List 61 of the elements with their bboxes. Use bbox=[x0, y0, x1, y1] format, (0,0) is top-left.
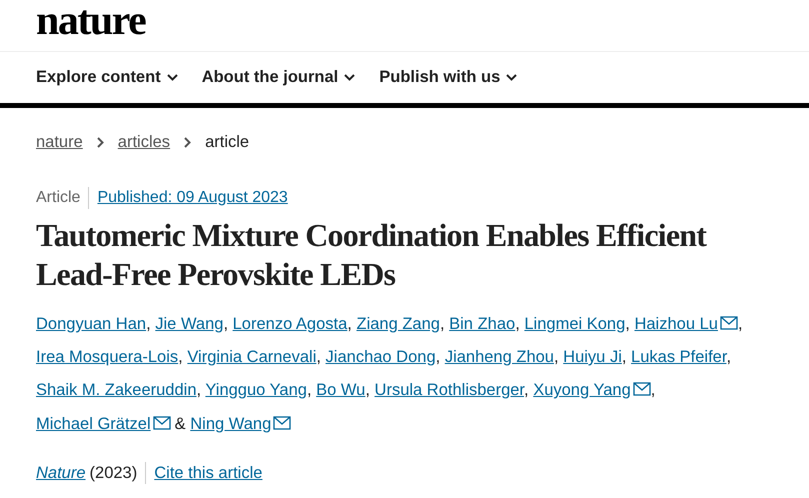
author-link[interactable]: Dongyuan Han bbox=[36, 314, 146, 333]
author-separator: , bbox=[440, 314, 445, 333]
author-link[interactable]: Ursula Rothlisberger bbox=[374, 381, 524, 400]
chevron-down-icon bbox=[506, 74, 518, 81]
author-link[interactable]: Jie Wang bbox=[155, 314, 224, 333]
chevron-down-icon bbox=[344, 74, 356, 81]
breadcrumb-current: article bbox=[205, 132, 250, 153]
author-link[interactable]: Shaik M. Zakeeruddin bbox=[36, 381, 196, 400]
author-link[interactable]: Haizhou Lu bbox=[634, 314, 738, 333]
author-separator: , bbox=[146, 314, 151, 333]
author-separator: , bbox=[515, 314, 520, 333]
author-link[interactable]: Ning Wang bbox=[190, 414, 292, 433]
author-link[interactable]: Lukas Pfeifer bbox=[631, 348, 726, 366]
author-separator: , bbox=[650, 381, 656, 400]
author-separator: , bbox=[554, 348, 559, 366]
author-separator: , bbox=[622, 348, 626, 366]
author-link[interactable]: Ziang Zang bbox=[356, 314, 440, 333]
author-link[interactable]: Virginia Carnevali bbox=[187, 348, 316, 366]
author-link[interactable]: Jianheng Zhou bbox=[444, 348, 554, 366]
author-separator: , bbox=[347, 314, 352, 333]
author-separator: , bbox=[365, 381, 370, 400]
cite-link[interactable]: Cite this article bbox=[154, 460, 262, 486]
author-link[interactable]: Lingmei Kong bbox=[524, 314, 626, 333]
author-link[interactable]: Yingguo Yang bbox=[205, 381, 307, 400]
mail-icon bbox=[273, 416, 292, 430]
nature-logo[interactable]: nature bbox=[36, 0, 146, 42]
article-title: Tautomeric Mixture Coordination Enables Efficient Lead-Free Perovskite LEDs bbox=[36, 216, 708, 294]
chevron-right-icon bbox=[184, 136, 192, 148]
nav-menu-button[interactable]: Explore content bbox=[36, 65, 178, 90]
author-separator: , bbox=[436, 348, 440, 366]
year-text: (2023) bbox=[90, 462, 138, 484]
nav-menu-button[interactable]: About the journal bbox=[202, 65, 356, 90]
nav-menu-button[interactable]: Publish with us bbox=[379, 65, 518, 90]
author-separator: , bbox=[306, 381, 312, 400]
author-separator: , bbox=[726, 348, 732, 366]
author-link[interactable]: Irea Mosquera-Lois bbox=[36, 348, 178, 366]
published-date-link[interactable]: Published: 09 August 2023 bbox=[97, 186, 288, 210]
journal-link[interactable]: Nature bbox=[36, 460, 86, 486]
author-separator: , bbox=[196, 381, 202, 400]
author-link[interactable]: Jianchao Dong bbox=[326, 348, 436, 366]
author-separator: , bbox=[524, 381, 529, 400]
chevron-down-icon bbox=[166, 74, 178, 81]
mail-icon bbox=[632, 382, 651, 396]
author-link[interactable]: Huiyu Ji bbox=[563, 348, 622, 366]
mail-icon bbox=[152, 416, 171, 430]
author-link[interactable]: Bo Wu bbox=[316, 381, 366, 400]
author-separator: , bbox=[223, 314, 228, 333]
article-type: Article bbox=[36, 188, 80, 208]
author-link[interactable]: Michael Grätzel bbox=[36, 414, 171, 433]
author-separator: & bbox=[174, 414, 186, 433]
author-separator: , bbox=[625, 314, 630, 333]
breadcrumb-link[interactable]: nature bbox=[36, 130, 83, 155]
author-separator: , bbox=[738, 314, 743, 333]
author-link[interactable]: Lorenzo Agosta bbox=[232, 314, 348, 333]
author-separator: , bbox=[178, 348, 183, 366]
chevron-right-icon bbox=[96, 136, 104, 148]
author-link[interactable]: Xuyong Yang bbox=[533, 381, 651, 400]
breadcrumb-link[interactable]: articles bbox=[118, 130, 170, 155]
mail-icon bbox=[720, 316, 738, 330]
author-separator: , bbox=[316, 348, 321, 366]
author-link[interactable]: Bin Zhao bbox=[449, 314, 516, 333]
